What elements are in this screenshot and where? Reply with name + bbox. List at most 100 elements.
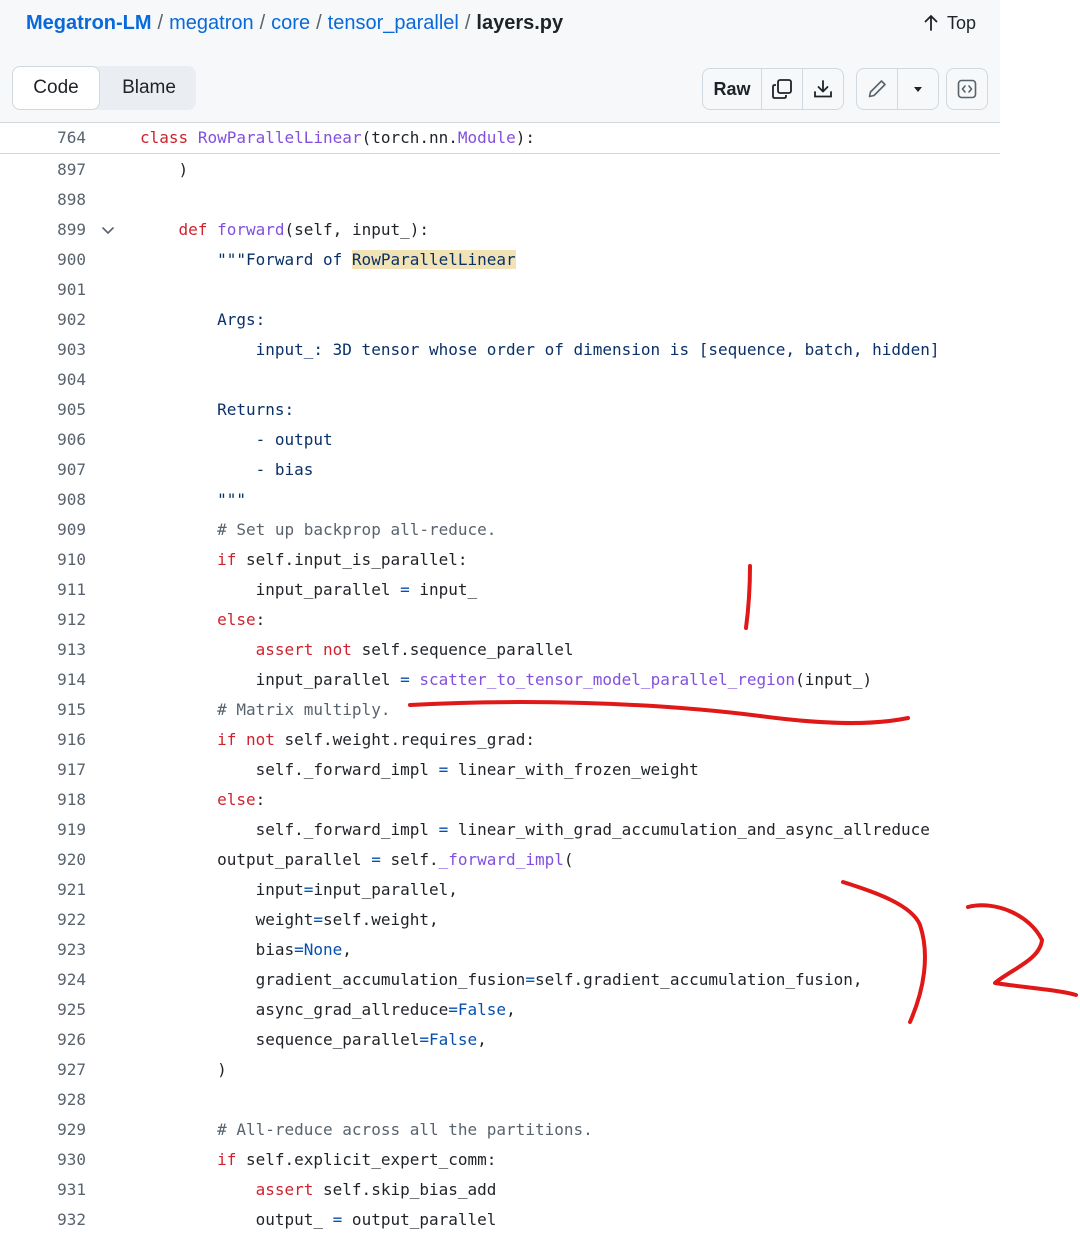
sticky-code: class RowParallelLinear(torch.nn.Module)…: [140, 128, 535, 147]
breadcrumb-separator: /: [259, 12, 266, 34]
line-number[interactable]: 921: [0, 875, 86, 905]
line-number[interactable]: 764: [0, 123, 86, 153]
line-number[interactable]: 908: [0, 485, 86, 515]
line-number[interactable]: 897: [0, 155, 86, 185]
line-number[interactable]: 927: [0, 1055, 86, 1085]
code-line: 898: [0, 185, 1000, 215]
code-text: self._forward_impl = linear_with_frozen_…: [140, 760, 699, 779]
top-button-label: Top: [946, 13, 976, 33]
breadcrumb: Megatron-LM / megatron / core / tensor_paralle…: [26, 10, 563, 36]
line-number[interactable]: 910: [0, 545, 86, 575]
code-line: 919 self._forward_impl = linear_with_gra…: [0, 815, 1000, 845]
line-number[interactable]: 907: [0, 455, 86, 485]
code-text: async_grad_allreduce=False,: [140, 1000, 516, 1019]
breadcrumb-repo-link[interactable]: Megatron-LM: [26, 12, 152, 34]
code-line: 913 assert not self.sequence_parallel: [0, 635, 1000, 665]
breadcrumb-dir-tensor-parallel[interactable]: tensor_parallel: [328, 12, 459, 34]
line-number[interactable]: 899: [0, 215, 86, 245]
line-number[interactable]: 932: [0, 1205, 86, 1235]
line-number[interactable]: 917: [0, 755, 86, 785]
line-number[interactable]: 906: [0, 425, 86, 455]
code-text: # Set up backprop all-reduce.: [217, 520, 497, 539]
code-line: 930 if self.explicit_expert_comm:: [0, 1145, 1000, 1175]
code-text: sequence_parallel=False,: [140, 1030, 487, 1049]
code-text: input_parallel = scatter_to_tensor_model…: [140, 670, 873, 689]
top-button[interactable]: Top: [923, 10, 976, 36]
line-number[interactable]: 931: [0, 1175, 86, 1205]
tab-blame[interactable]: Blame: [104, 66, 194, 110]
line-number[interactable]: 929: [0, 1115, 86, 1145]
triangle-down-icon: [914, 87, 922, 92]
line-number[interactable]: 925: [0, 995, 86, 1025]
sticky-scope-line[interactable]: 764 class RowParallelLinear(torch.nn.Mod…: [0, 123, 1000, 154]
code-text: if not self.weight.requires_grad:: [217, 730, 535, 749]
line-number[interactable]: 909: [0, 515, 86, 545]
code-line: 921 input=input_parallel,: [0, 875, 1000, 905]
line-number[interactable]: 918: [0, 785, 86, 815]
line-number[interactable]: 914: [0, 665, 86, 695]
code-line: 920 output_parallel = self._forward_impl…: [0, 845, 1000, 875]
code-text: # All-reduce across all the partitions.: [217, 1120, 593, 1139]
code-line: 932 output_ = output_parallel: [0, 1205, 1000, 1235]
breadcrumb-dir-core[interactable]: core: [271, 12, 310, 34]
symbols-panel-button[interactable]: [946, 68, 988, 110]
tab-code[interactable]: Code: [12, 66, 100, 110]
code-text: else:: [217, 790, 266, 809]
line-number[interactable]: 930: [0, 1145, 86, 1175]
line-number[interactable]: 920: [0, 845, 86, 875]
line-number[interactable]: 900: [0, 245, 86, 275]
code-text: ): [140, 160, 189, 179]
code-line: 926 sequence_parallel=False,: [0, 1025, 1000, 1055]
code-line: 911 input_parallel = input_: [0, 575, 1000, 605]
breadcrumb-dir-megatron[interactable]: megatron: [169, 12, 254, 34]
code-text: weight=self.weight,: [140, 910, 439, 929]
edit-dropdown-button[interactable]: [898, 69, 938, 109]
code-text: else:: [217, 610, 266, 629]
code-line: 916 if not self.weight.requires_grad:: [0, 725, 1000, 755]
code-text: self._forward_impl = linear_with_grad_ac…: [140, 820, 930, 839]
code-square-icon: [957, 79, 977, 99]
edit-actions-group: [856, 68, 939, 110]
line-number[interactable]: 912: [0, 605, 86, 635]
code-line: 902 Args:: [0, 305, 1000, 335]
raw-actions-group: Raw: [702, 68, 844, 110]
breadcrumb-file-name: layers.py: [476, 12, 564, 34]
code-text: assert self.skip_bias_add: [255, 1180, 497, 1199]
code-text: input_: 3D tensor whose order of dimensi…: [140, 340, 940, 359]
line-number[interactable]: 904: [0, 365, 86, 395]
breadcrumb-separator: /: [157, 12, 164, 34]
code-text: """Forward of RowParallelLinear: [140, 250, 516, 269]
code-line: 908 """: [0, 485, 1000, 515]
line-number[interactable]: 916: [0, 725, 86, 755]
raw-button[interactable]: Raw: [703, 69, 762, 109]
code-text: if self.input_is_parallel:: [217, 550, 468, 569]
chevron-down-icon[interactable]: [100, 222, 116, 238]
code-line: 925 async_grad_allreduce=False,: [0, 995, 1000, 1025]
line-number[interactable]: 905: [0, 395, 86, 425]
code-text: output_ = output_parallel: [140, 1210, 497, 1229]
line-number[interactable]: 898: [0, 185, 86, 215]
line-number[interactable]: 901: [0, 275, 86, 305]
code-text: gradient_accumulation_fusion=self.gradie…: [140, 970, 863, 989]
download-button[interactable]: [803, 69, 843, 109]
code-line: 915 # Matrix multiply.: [0, 695, 1000, 725]
line-number[interactable]: 923: [0, 935, 86, 965]
code-line: 905 Returns:: [0, 395, 1000, 425]
line-number[interactable]: 903: [0, 335, 86, 365]
code-text: def forward(self, input_):: [178, 220, 430, 239]
line-number[interactable]: 928: [0, 1085, 86, 1115]
line-number[interactable]: 922: [0, 905, 86, 935]
line-number[interactable]: 919: [0, 815, 86, 845]
line-number[interactable]: 926: [0, 1025, 86, 1055]
code-line: 924 gradient_accumulation_fusion=self.gr…: [0, 965, 1000, 995]
line-number[interactable]: 924: [0, 965, 86, 995]
edit-file-button[interactable]: [857, 69, 898, 109]
line-number[interactable]: 902: [0, 305, 86, 335]
line-number[interactable]: 913: [0, 635, 86, 665]
copy-button[interactable]: [762, 69, 803, 109]
line-number[interactable]: 915: [0, 695, 86, 725]
code-line: 917 self._forward_impl = linear_with_fro…: [0, 755, 1000, 785]
code-text: ): [140, 1060, 227, 1079]
line-number[interactable]: 911: [0, 575, 86, 605]
code-text: input=input_parallel,: [140, 880, 458, 899]
